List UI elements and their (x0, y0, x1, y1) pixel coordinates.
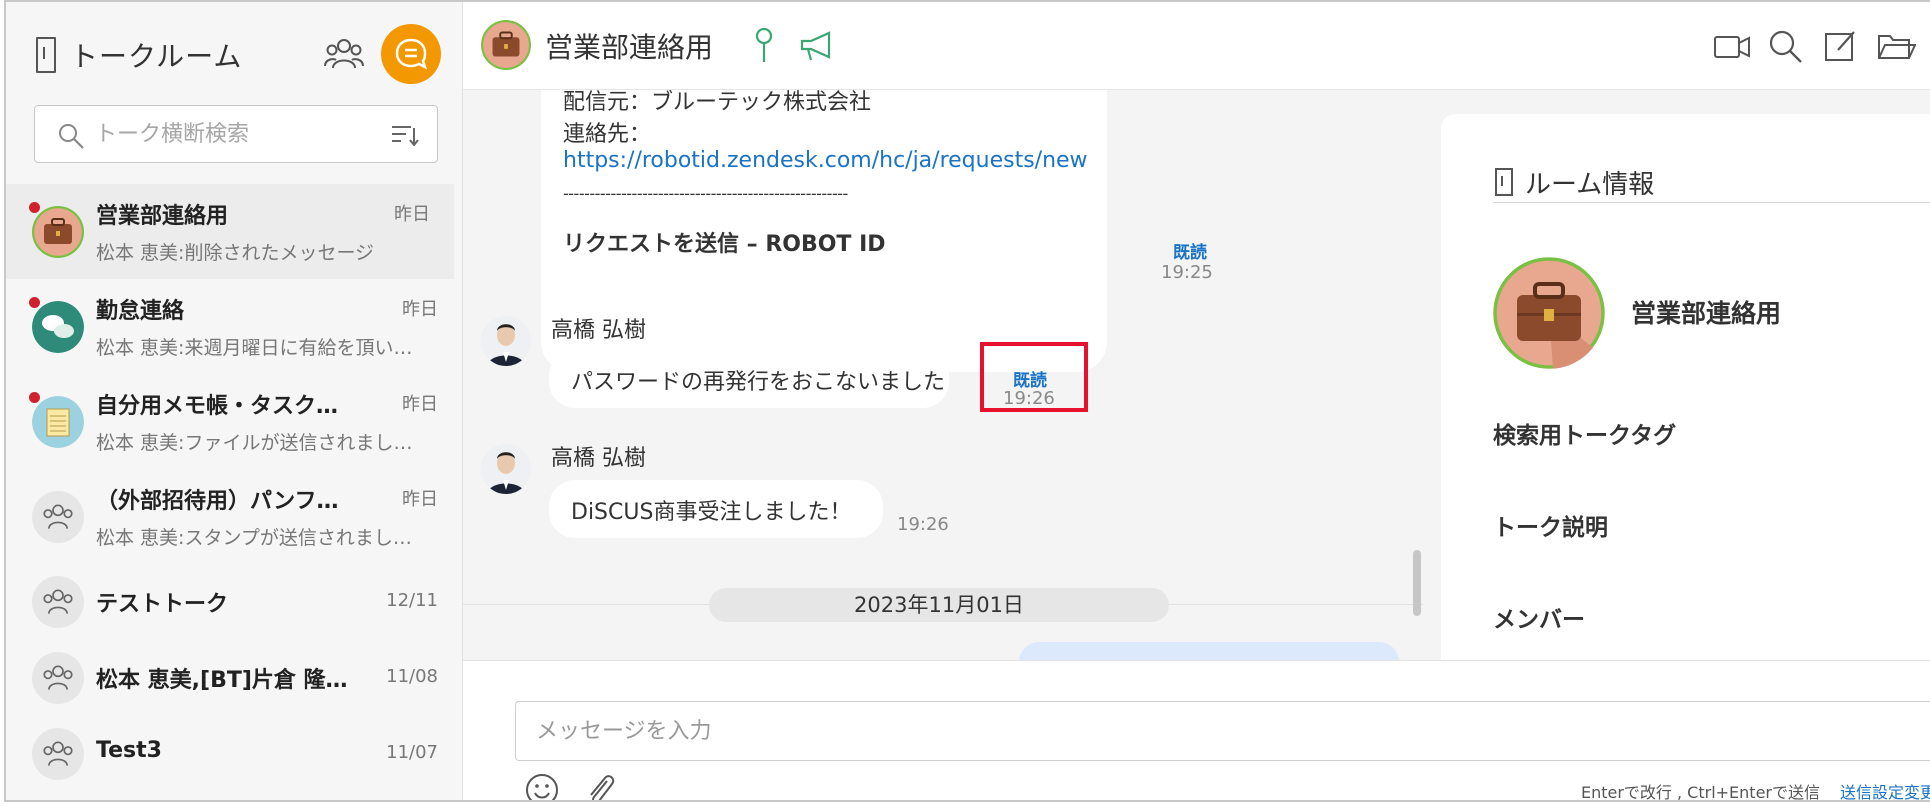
room-item-matsumoto-group[interactable]: 松本 恵美,[BT]片倉 隆… 11/08 (6, 640, 462, 716)
group-avatar-icon (32, 652, 84, 704)
sidebar-header: トークルーム (6, 2, 462, 102)
room-name: 営業部連絡用 (96, 204, 229, 229)
message-scrollbar[interactable] (1413, 550, 1421, 616)
message-time: 19:25 (1161, 262, 1213, 283)
room-preview: 松本 恵美:スタンプが送信されまし… (96, 527, 412, 549)
room-item-test-talk[interactable]: テストトーク 12/11 (6, 564, 462, 640)
pin-icon[interactable] (753, 26, 775, 64)
room-item-sales[interactable]: 営業部連絡用 昨日 松本 恵美:削除されたメッセージ (6, 184, 454, 279)
room-list: 営業部連絡用 昨日 松本 恵美:削除されたメッセージ 勤怠連絡 昨日 松本 恵美… (6, 184, 462, 792)
chat-header: 営業部連絡用 (463, 2, 1930, 90)
chat-bubbles-avatar (32, 301, 84, 353)
unread-dot (29, 392, 40, 403)
message-text: パスワードの再発行をおこないました (571, 370, 946, 395)
room-info-name: 営業部連絡用 (1631, 299, 1782, 328)
link-preview-title[interactable]: リクエストを送信 – ROBOT ID (563, 226, 886, 258)
sender-avatar[interactable] (481, 444, 531, 494)
app-window: トークルーム トーク横断検索 営業部連絡用 昨日 松本 恵美:削除されたメッセー… (4, 0, 1930, 802)
room-name: （外部招待用）パンフ… (96, 489, 339, 514)
unread-dot (29, 297, 40, 308)
room-name: 自分用メモ帳・タスク… (96, 394, 339, 419)
talk-search-input[interactable] (95, 118, 375, 150)
support-link[interactable]: https://robotid.zendesk.com/hc/ja/reques… (563, 148, 1088, 173)
message-line: 連絡先： (563, 122, 652, 147)
room-name: Test3 (96, 738, 162, 763)
room-avatar[interactable] (481, 20, 531, 70)
room-date: 11/08 (386, 666, 438, 687)
room-name: 勤怠連絡 (96, 299, 185, 324)
talk-search-box[interactable] (34, 105, 438, 163)
sidebar: トークルーム トーク横断検索 営業部連絡用 昨日 松本 恵美:削除されたメッセー… (6, 2, 463, 800)
chat-title: 営業部連絡用 (545, 31, 714, 64)
divider (1493, 202, 1930, 203)
room-info-avatar[interactable] (1493, 257, 1605, 369)
room-info-title: ルーム情報 (1525, 170, 1655, 200)
room-date: 昨日 (402, 394, 438, 415)
emoji-icon[interactable] (525, 773, 559, 802)
unread-dot (29, 202, 40, 213)
message-time: 19:26 (897, 514, 949, 535)
sidebar-title: トークルーム (70, 40, 243, 73)
read-status: 既読 (1173, 243, 1207, 263)
room-info-card: ルーム情報 営業部連絡用 検索用トークタグ トーク説明 メンバー (1441, 114, 1930, 660)
own-message-bubble (1019, 642, 1399, 660)
message-composer: Enterで改行 , Ctrl+Enterで送信 送信設定変更 (463, 660, 1930, 800)
room-item-test3[interactable]: Test3 11/07 (6, 716, 462, 792)
briefcase-avatar (32, 206, 84, 258)
room-name: テストトーク (96, 592, 229, 617)
search-icon (59, 124, 84, 149)
separator-line: ----------------------------------------… (563, 184, 848, 203)
members-label: メンバー (1493, 607, 1585, 633)
room-date: 昨日 (402, 299, 438, 320)
highlight-box (980, 342, 1088, 412)
chat-bubble-icon (395, 38, 428, 70)
room-preview: 松本 恵美:ファイルが送信されまし… (96, 432, 413, 454)
new-talk-button[interactable] (381, 24, 441, 84)
room-preview: 松本 恵美:来週月曜日に有給を頂い… (96, 337, 413, 359)
room-item-memo[interactable]: 自分用メモ帳・タスク… 昨日 松本 恵美:ファイルが送信されまし… (6, 374, 462, 469)
group-avatar-icon (32, 491, 84, 543)
room-preview: 松本 恵美:削除されたメッセージ (96, 242, 375, 264)
members-icon[interactable] (324, 36, 364, 72)
notepad-avatar (32, 396, 84, 448)
room-item-attendance[interactable]: 勤怠連絡 昨日 松本 恵美:来週月曜日に有給を頂い… (6, 279, 462, 374)
folder-icon[interactable] (1876, 28, 1916, 64)
talk-description-label: トーク説明 (1493, 515, 1608, 541)
group-avatar-icon (32, 576, 84, 628)
search-icon[interactable] (1766, 28, 1806, 64)
room-date: 昨日 (402, 489, 438, 510)
door-icon (1495, 168, 1513, 196)
message-text: DiSCUS商事受注しました！ (571, 500, 852, 525)
chat-main: 営業部連絡用 配信元：ブルーテック株式会社 連絡先： https://robot… (463, 2, 1930, 800)
video-call-icon[interactable] (1712, 28, 1752, 64)
send-hint: Enterで改行 , Ctrl+Enterで送信 (1580, 783, 1820, 802)
sort-icon[interactable] (391, 124, 419, 146)
door-icon (36, 37, 56, 73)
message-area[interactable]: 配信元：ブルーテック株式会社 連絡先： https://robotid.zend… (463, 90, 1423, 660)
room-name: 松本 恵美,[BT]片倉 隆… (96, 668, 348, 693)
room-date: 11/07 (386, 742, 438, 763)
message-input[interactable] (515, 701, 1930, 761)
sender-name: 高橋 弘樹 (551, 446, 646, 471)
room-date: 昨日 (394, 204, 430, 225)
attachment-icon[interactable] (583, 771, 617, 802)
note-edit-icon[interactable] (1820, 28, 1860, 64)
message-bubble: パスワードの再発行をおこないました (549, 350, 949, 408)
send-setting-link[interactable]: 送信設定変更 (1840, 779, 1930, 800)
date-divider: 2023年11月01日 (709, 588, 1169, 622)
sender-avatar[interactable] (481, 316, 531, 366)
message-line: 配信元：ブルーテック株式会社 (563, 90, 872, 115)
room-item-external[interactable]: （外部招待用）パンフ… 昨日 松本 恵美:スタンプが送信されまし… (6, 469, 462, 564)
group-avatar-icon (32, 728, 84, 780)
message-bubble: DiSCUS商事受注しました！ (549, 480, 883, 538)
sender-name: 高橋 弘樹 (551, 318, 646, 343)
room-info-panel: ルーム情報 営業部連絡用 検索用トークタグ トーク説明 メンバー (1423, 90, 1930, 660)
megaphone-icon[interactable] (799, 30, 835, 62)
search-tag-label: 検索用トークタグ (1493, 423, 1677, 449)
room-date: 12/11 (386, 590, 438, 611)
